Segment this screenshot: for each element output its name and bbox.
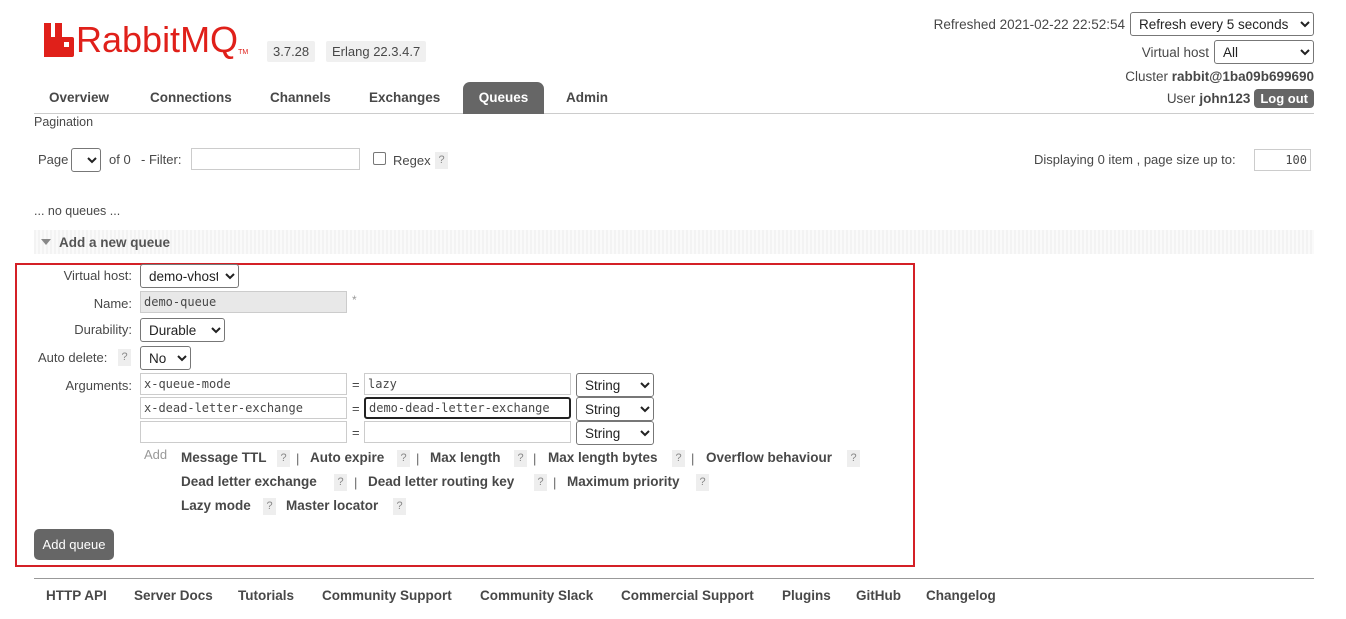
collapse-triangle-icon: [41, 239, 51, 245]
separator: |: [354, 475, 358, 490]
footer-links: HTTP API Server Docs Tutorials Community…: [34, 578, 1314, 618]
master-locator-help-icon[interactable]: ?: [393, 498, 406, 515]
overflow-help-icon[interactable]: ?: [847, 450, 860, 467]
empty-queues-message: ... no queues ...: [34, 204, 121, 218]
option-lazy-mode[interactable]: Lazy mode: [181, 498, 251, 513]
refreshed-timestamp: Refreshed 2021-02-22 22:52:54: [933, 16, 1125, 32]
durability-select[interactable]: Durable: [140, 318, 225, 342]
argument-type-select[interactable]: String: [576, 421, 654, 445]
footer-link-http-api[interactable]: HTTP API: [46, 588, 107, 603]
argument-key-input[interactable]: [140, 397, 347, 419]
tab-connections[interactable]: Connections: [135, 82, 247, 114]
vhost-select[interactable]: demo-vhost: [140, 264, 239, 288]
vhost-field-label: Virtual host:: [63, 268, 132, 283]
footer-link-community-slack[interactable]: Community Slack: [480, 588, 593, 603]
argument-value-input[interactable]: [364, 373, 571, 395]
add-argument-label: Add: [144, 447, 168, 462]
tab-admin[interactable]: Admin: [551, 82, 623, 114]
rabbitmq-logo: RabbitMQ TM: [44, 20, 248, 60]
refresh-interval-select[interactable]: Refresh every 5 seconds: [1130, 12, 1314, 36]
option-max-length-bytes[interactable]: Max length bytes: [548, 450, 658, 465]
separator: |: [296, 451, 300, 466]
add-queue-section-header[interactable]: Add a new queue: [34, 230, 1314, 254]
footer-link-commercial-support[interactable]: Commercial Support: [621, 588, 754, 603]
add-queue-button[interactable]: Add queue: [34, 529, 114, 560]
separator: |: [416, 451, 420, 466]
virtual-host-select[interactable]: All: [1214, 40, 1314, 64]
auto-delete-field-label: Auto delete:: [38, 350, 108, 365]
erlang-version-badge: Erlang 22.3.4.7: [326, 41, 427, 62]
option-master-locator[interactable]: Master locator: [286, 498, 378, 513]
filter-input[interactable]: [191, 148, 360, 170]
option-dead-letter-exchange[interactable]: Dead letter exchange: [181, 474, 317, 489]
argument-value-input[interactable]: [364, 421, 571, 443]
argument-equals: =: [352, 377, 360, 392]
arguments-field-label: Arguments:: [65, 378, 132, 393]
rabbit-logo-icon: [44, 23, 74, 57]
argument-key-input[interactable]: [140, 421, 347, 443]
virtual-host-label: Virtual host: [1141, 44, 1209, 60]
logo-text: RabbitMQ: [76, 19, 239, 60]
separator: |: [533, 451, 537, 466]
footer-link-github[interactable]: GitHub: [856, 588, 901, 603]
regex-help-icon[interactable]: ?: [435, 152, 448, 169]
footer-link-tutorials[interactable]: Tutorials: [238, 588, 294, 603]
separator: |: [691, 451, 695, 466]
argument-key-input[interactable]: [140, 373, 347, 395]
option-dead-letter-routing-key[interactable]: Dead letter routing key: [368, 474, 514, 489]
auto-expire-help-icon[interactable]: ?: [397, 450, 410, 467]
tab-channels[interactable]: Channels: [255, 82, 346, 114]
version-badge: 3.7.28: [267, 41, 316, 62]
page-size-input[interactable]: [1254, 149, 1311, 171]
dead-letter-exchange-help-icon[interactable]: ?: [334, 474, 347, 491]
regex-label: Regex: [393, 153, 431, 168]
option-max-length[interactable]: Max length: [430, 450, 501, 465]
add-queue-title: Add a new queue: [59, 235, 171, 250]
option-overflow-behaviour[interactable]: Overflow behaviour: [706, 450, 832, 465]
footer-link-community-support[interactable]: Community Support: [322, 588, 452, 603]
argument-equals: =: [352, 425, 360, 440]
tab-exchanges[interactable]: Exchanges: [354, 82, 455, 114]
queue-name-input[interactable]: [140, 291, 347, 313]
auto-delete-help-icon[interactable]: ?: [118, 349, 131, 366]
footer-link-plugins[interactable]: Plugins: [782, 588, 831, 603]
displaying-count: Displaying 0 item , page size up to:: [1034, 152, 1236, 167]
max-length-bytes-help-icon[interactable]: ?: [672, 450, 685, 467]
lazy-mode-help-icon[interactable]: ?: [263, 498, 276, 515]
logo-trademark: TM: [238, 49, 249, 56]
tab-overview[interactable]: Overview: [34, 82, 124, 114]
regex-checkbox[interactable]: [373, 152, 386, 165]
footer-link-changelog[interactable]: Changelog: [926, 588, 996, 603]
option-auto-expire[interactable]: Auto expire: [310, 450, 384, 465]
page-select[interactable]: [71, 148, 101, 172]
auto-delete-select[interactable]: No: [140, 346, 191, 370]
argument-equals: =: [352, 401, 360, 416]
pagination-heading: Pagination: [34, 115, 94, 129]
maximum-priority-help-icon[interactable]: ?: [696, 474, 709, 491]
durability-field-label: Durability:: [74, 322, 132, 337]
name-field-label: Name:: [93, 296, 132, 311]
page-label: Page: [38, 152, 69, 167]
page-of-count: of 0: [109, 152, 131, 167]
argument-type-select[interactable]: String: [576, 373, 654, 397]
argument-type-select[interactable]: String: [576, 397, 654, 421]
message-ttl-help-icon[interactable]: ?: [277, 450, 290, 467]
option-maximum-priority[interactable]: Maximum priority: [567, 474, 680, 489]
argument-value-input[interactable]: [364, 397, 571, 419]
required-asterisk: *: [352, 293, 357, 307]
filter-label: - Filter:: [141, 152, 182, 167]
footer-link-server-docs[interactable]: Server Docs: [134, 588, 213, 603]
max-length-help-icon[interactable]: ?: [514, 450, 527, 467]
main-nav-tabs: Overview Connections Channels Exchanges …: [34, 82, 1314, 114]
separator: |: [553, 475, 557, 490]
option-message-ttl[interactable]: Message TTL: [181, 450, 267, 465]
tab-queues[interactable]: Queues: [463, 82, 544, 114]
dead-letter-routing-key-help-icon[interactable]: ?: [534, 474, 547, 491]
